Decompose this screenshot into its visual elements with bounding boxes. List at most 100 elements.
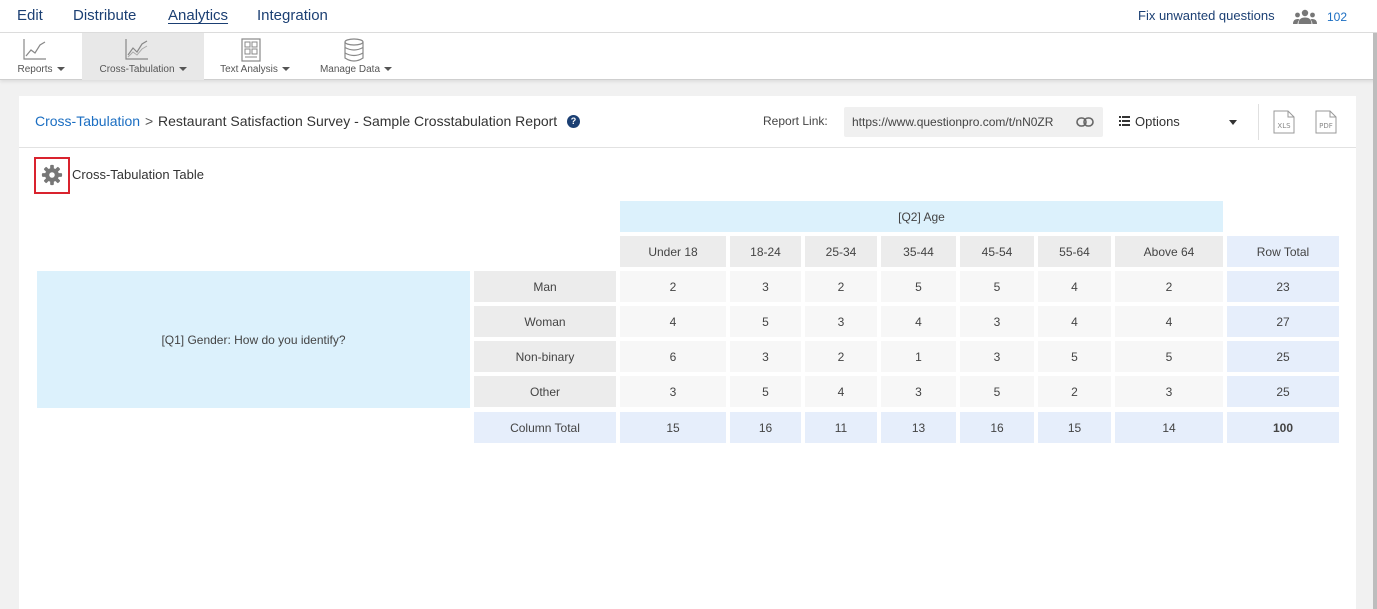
nav-analytics[interactable]: Analytics [168, 7, 228, 24]
help-icon[interactable]: ? [567, 115, 580, 128]
table-cell: 2 [1038, 376, 1111, 407]
fix-unwanted-questions-link[interactable]: Fix unwanted questions [1138, 8, 1275, 23]
table-cell: 4 [1038, 271, 1111, 302]
nav-edit[interactable]: Edit [17, 7, 43, 24]
row-label: Woman [474, 306, 616, 337]
table-cell: 2 [805, 271, 877, 302]
table-cell: 4 [1038, 306, 1111, 337]
breadcrumb-separator: > [145, 113, 154, 129]
row-question-header: [Q1] Gender: How do you identify? [37, 271, 470, 408]
table-cell: 1 [881, 341, 956, 372]
column-total-label: Column Total [474, 412, 616, 443]
table-cell: 4 [620, 306, 726, 337]
report-link-label: Report Link: [763, 114, 828, 128]
row-label: Man [474, 271, 616, 302]
tool-manage-data-label: Manage Data [319, 64, 381, 75]
pdf-label: PDF [1319, 122, 1333, 130]
options-dropdown[interactable]: Options [1119, 107, 1244, 137]
column-total-cell: 16 [730, 412, 801, 443]
row-total-cell: 25 [1227, 341, 1339, 372]
table-cell: 5 [960, 271, 1034, 302]
top-navigation: Edit Distribute Analytics Integration Fi… [0, 0, 1377, 33]
table-cell: 3 [620, 376, 726, 407]
column-header: 45-54 [960, 236, 1034, 267]
xls-export-icon[interactable]: XLS [1273, 110, 1295, 134]
page-title: Restaurant Satisfaction Survey - Sample … [158, 113, 558, 129]
table-settings-button[interactable] [34, 157, 70, 194]
table-cell: 3 [960, 341, 1034, 372]
table-cell: 5 [1115, 341, 1223, 372]
column-total-cell: 15 [1038, 412, 1111, 443]
tool-reports[interactable]: Reports [0, 33, 82, 80]
table-cell: 5 [1038, 341, 1111, 372]
chevron-down-icon [178, 67, 187, 72]
column-total-cell: 16 [960, 412, 1034, 443]
column-header: Under 18 [620, 236, 726, 267]
row-total-cell: 23 [1227, 271, 1339, 302]
row-label: Other [474, 376, 616, 407]
table-cell: 2 [620, 271, 726, 302]
row-total-cell: 27 [1227, 306, 1339, 337]
report-link-value[interactable]: https://www.questionpro.com/t/nN0ZR [852, 115, 1053, 129]
table-cell: 5 [730, 306, 801, 337]
tool-reports-label: Reports [17, 64, 53, 75]
column-total-cell: 14 [1115, 412, 1223, 443]
tool-text-analysis-label: Text Analysis [220, 64, 278, 75]
table-cell: 3 [881, 376, 956, 407]
pdf-export-icon[interactable]: PDF [1315, 110, 1337, 134]
table-cell: 3 [805, 306, 877, 337]
chevron-down-icon [281, 67, 290, 72]
nav-integration[interactable]: Integration [257, 7, 328, 24]
row-total-cell: 25 [1227, 376, 1339, 407]
table-cell: 4 [1115, 306, 1223, 337]
breadcrumb-cross-tabulation[interactable]: Cross-Tabulation [35, 113, 140, 129]
tool-text-analysis[interactable]: Text Analysis [204, 33, 306, 80]
column-question-header: [Q2] Age [620, 201, 1223, 232]
section-title: Cross-Tabulation Table [72, 167, 204, 182]
table-cell: 2 [1115, 271, 1223, 302]
database-icon [344, 38, 364, 62]
column-total-cell: 11 [805, 412, 877, 443]
tool-manage-data[interactable]: Manage Data [306, 33, 406, 80]
column-total-cell: 15 [620, 412, 726, 443]
table-cell: 4 [805, 376, 877, 407]
gear-icon [41, 164, 63, 186]
table-cell: 5 [730, 376, 801, 407]
column-header: 35-44 [881, 236, 956, 267]
table-cell: 3 [730, 271, 801, 302]
row-label: Non-binary [474, 341, 616, 372]
cross-tab-chart-icon [125, 39, 148, 60]
table-cell: 2 [805, 341, 877, 372]
page-scrollbar[interactable] [1373, 33, 1377, 609]
users-icon[interactable] [1293, 9, 1317, 25]
tool-cross-tabulation[interactable]: Cross-Tabulation [82, 33, 204, 80]
column-header: 25-34 [805, 236, 877, 267]
row-total-header: Row Total [1227, 236, 1339, 267]
report-header: Cross-Tabulation > Restaurant Satisfacti… [19, 96, 1356, 148]
table-cell: 6 [620, 341, 726, 372]
analytics-toolbar: Reports Cross-Tabulation Text Analysis M… [0, 33, 1377, 80]
link-icon[interactable] [1076, 116, 1094, 128]
text-analysis-icon [241, 38, 261, 62]
report-link-field[interactable]: https://www.questionpro.com/t/nN0ZR [844, 107, 1103, 137]
options-label: Options [1135, 114, 1180, 129]
chevron-down-icon [384, 67, 393, 72]
user-count[interactable]: 102 [1327, 10, 1347, 24]
list-icon [1119, 116, 1130, 126]
column-header: 18-24 [730, 236, 801, 267]
chevron-down-icon [56, 67, 65, 72]
header-divider [1258, 104, 1259, 140]
table-cell: 4 [881, 306, 956, 337]
table-cell: 5 [960, 376, 1034, 407]
column-header: 55-64 [1038, 236, 1111, 267]
column-total-cell: 13 [881, 412, 956, 443]
nav-distribute[interactable]: Distribute [73, 7, 136, 24]
grand-total-cell: 100 [1227, 412, 1339, 443]
table-cell: 3 [960, 306, 1034, 337]
xls-label: XLS [1277, 122, 1291, 130]
table-cell: 3 [730, 341, 801, 372]
table-cell: 3 [1115, 376, 1223, 407]
chevron-down-icon [1229, 120, 1237, 125]
line-chart-icon [23, 39, 46, 60]
table-cell: 5 [881, 271, 956, 302]
